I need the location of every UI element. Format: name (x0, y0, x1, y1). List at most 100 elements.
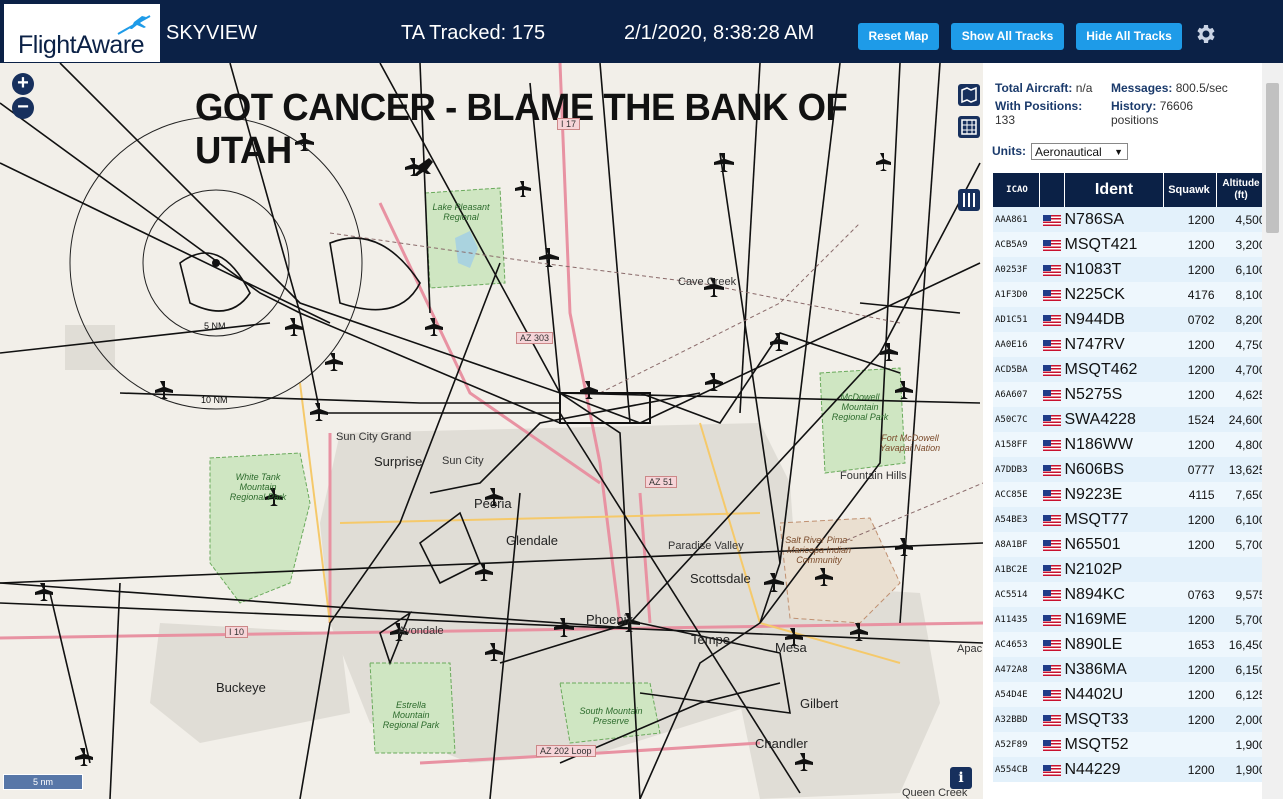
zoom-out-button[interactable]: − (12, 97, 34, 119)
column-header-icao[interactable]: ICAO (993, 173, 1040, 207)
us-flag-icon (1043, 414, 1061, 426)
dropdown-arrow-icon: ▼ (1114, 147, 1123, 157)
us-flag-icon (1043, 289, 1061, 301)
table-row[interactable]: ACC85E N9223E 4115 7,650 (993, 482, 1268, 507)
cell-altitude: 4,500 (1235, 212, 1266, 227)
cell-altitude: 4,750 (1235, 337, 1266, 352)
cell-squawk: 1200 (1187, 437, 1215, 452)
cell-squawk (1164, 732, 1217, 757)
cell-flag (1040, 357, 1065, 382)
highway-i17: I 17 (557, 118, 581, 130)
cell-altitude: 6,100 (1235, 262, 1266, 277)
table-row[interactable]: A8A1BF N65501 1200 5,700 (993, 532, 1268, 557)
cell-altitude: 13,625 (1228, 462, 1266, 477)
grid-icon[interactable] (958, 116, 980, 138)
info-button[interactable]: i (950, 767, 972, 789)
column-header-squawk[interactable]: Squawk (1163, 173, 1217, 207)
cell-altitude: 6,125 (1235, 687, 1266, 702)
table-row[interactable]: AC4653 N890LE 1653 16,450 (993, 632, 1268, 657)
table-row[interactable]: A554CB N44229 1200 1,900 (993, 757, 1268, 782)
cell-ident: N4402U (1064, 685, 1124, 703)
cell-ident: N2102P (1064, 560, 1123, 578)
table-row[interactable]: A54D4E N4402U 1200 6,125 (993, 682, 1268, 707)
units-select[interactable]: Aeronautical ▼ (1031, 143, 1128, 160)
table-row[interactable]: A0253F N1083T 1200 6,100 (993, 257, 1268, 282)
table-row[interactable]: A1F3D0 N225CK 4176 8,100 (993, 282, 1268, 307)
table-row[interactable]: ACD5BA MSQT462 1200 4,700 (993, 357, 1268, 382)
history: History: 76606 positions (1111, 99, 1231, 127)
table-row[interactable]: AAA861 N786SA 1200 4,500 (993, 207, 1268, 232)
cell-squawk: 1200 (1187, 387, 1215, 402)
cell-ident: N5275S (1064, 385, 1123, 403)
table-row[interactable]: A7DDB3 N606BS 0777 13,625 (993, 457, 1268, 482)
table-row[interactable]: A158FF N186WW 1200 4,800 (993, 432, 1268, 457)
top-bar: FlightAware SKYVIEW TA Tracked: 175 2/1/… (0, 0, 1283, 63)
table-row[interactable]: A32BBD MSQT33 1200 2,000 (993, 707, 1268, 732)
column-header-flag[interactable] (1039, 173, 1065, 207)
cell-squawk: 1200 (1187, 712, 1215, 727)
show-all-tracks-button[interactable]: Show All Tracks (951, 23, 1064, 50)
table-row[interactable]: A50C7C SWA4228 1524 24,600 (993, 407, 1268, 432)
table-row[interactable]: AA0E16 N747RV 1200 4,750 (993, 332, 1268, 357)
cell-flag (1040, 482, 1065, 507)
cell-icao: A54D4E (995, 689, 1028, 700)
cell-flag (1040, 282, 1065, 307)
reset-map-button[interactable]: Reset Map (858, 23, 939, 50)
cell-flag (1040, 532, 1065, 557)
cell-altitude: 4,800 (1235, 437, 1266, 452)
cell-squawk: 1200 (1187, 237, 1215, 252)
table-row[interactable]: ACB5A9 MSQT421 1200 3,200 (993, 232, 1268, 257)
gear-icon[interactable] (1193, 22, 1217, 46)
cell-ident: MSQT77 (1064, 510, 1129, 528)
cell-altitude: 3,200 (1235, 237, 1266, 252)
units-label: Units: (992, 144, 1026, 158)
table-row[interactable]: A472A8 N386MA 1200 6,150 (993, 657, 1268, 682)
with-positions-label: With Positions: (995, 99, 1083, 113)
column-header-altitude[interactable]: Altitude (ft) (1216, 173, 1268, 207)
hide-all-tracks-button[interactable]: Hide All Tracks (1076, 23, 1182, 50)
us-flag-icon (1043, 339, 1061, 351)
table-row[interactable]: AD1C51 N944DB 0702 8,200 (993, 307, 1268, 332)
table-row[interactable]: A11435 N169ME 1200 5,700 (993, 607, 1268, 632)
table-row[interactable]: A52F89 MSQT52 1,900 (993, 732, 1268, 757)
cell-squawk: 1653 (1187, 637, 1215, 652)
column-header-ident[interactable]: Ident (1064, 173, 1164, 207)
place-paradise-valley: Paradise Valley (668, 540, 744, 552)
cell-altitude: 8,100 (1235, 287, 1266, 302)
clock: 2/1/2020, 8:38:28 AM (624, 22, 815, 44)
cell-icao: A6A607 (995, 389, 1028, 400)
cell-squawk: 4176 (1187, 287, 1215, 302)
us-flag-icon (1043, 614, 1061, 626)
place-scottsdale: Scottsdale (690, 571, 751, 586)
cell-squawk: 1200 (1187, 662, 1215, 677)
cell-icao: ACC85E (995, 489, 1028, 500)
cell-flag (1040, 682, 1065, 707)
table-row[interactable]: A1BC2E N2102P (993, 557, 1268, 582)
total-aircraft-value: n/a (1075, 81, 1093, 95)
place-glendale: Glendale (506, 533, 559, 548)
highway-i10: I 10 (225, 626, 249, 638)
zoom-in-button[interactable]: + (12, 73, 34, 95)
map-layers-icon[interactable] (958, 84, 980, 106)
table-row[interactable]: A54BE3 MSQT77 1200 6,100 (993, 507, 1268, 532)
us-flag-icon (1043, 689, 1061, 701)
us-flag-icon (1043, 489, 1061, 501)
sidebar-scrollbar[interactable] (1262, 63, 1283, 799)
table-row[interactable]: AC5514 N894KC 0763 9,575 (993, 582, 1268, 607)
cell-flag (1040, 257, 1065, 282)
scrollbar-thumb[interactable] (1266, 83, 1279, 233)
table-row[interactable]: A6A607 N5275S 1200 4,625 (993, 382, 1268, 407)
cell-ident: N894KC (1064, 585, 1125, 603)
map-view[interactable]: + − GOT CANCER - BLAME THE BANK OF UTAH … (0, 63, 983, 799)
cell-icao: A1BC2E (995, 564, 1028, 575)
cell-ident: N1083T (1064, 260, 1122, 278)
cell-altitude: 1,900 (1235, 737, 1266, 752)
cell-altitude: 9,575 (1235, 587, 1266, 602)
flightaware-logo[interactable]: FlightAware (4, 4, 160, 62)
cell-ident: N890LE (1064, 635, 1123, 653)
place-apache: Apac (957, 643, 983, 655)
map-canvas[interactable] (0, 63, 983, 799)
cell-squawk: 0702 (1187, 312, 1215, 327)
cell-squawk: 1200 (1187, 512, 1215, 527)
columns-icon[interactable] (958, 189, 980, 211)
